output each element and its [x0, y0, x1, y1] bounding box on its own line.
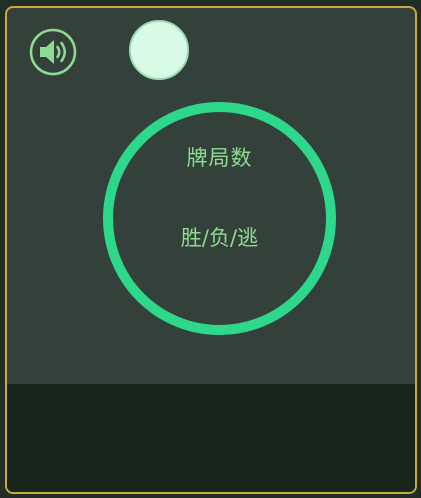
player-info-panel: 牌局数 胜/负/逃 [5, 6, 417, 494]
win-loss-escape-label: 胜/负/逃 [180, 226, 259, 250]
bottom-bar [7, 384, 415, 492]
sound-toggle-button[interactable] [29, 28, 77, 76]
player-avatar[interactable] [129, 20, 189, 80]
games-played-label: 牌局数 [186, 146, 253, 170]
speaker-volume-icon [29, 28, 77, 76]
stats-ring: 牌局数 胜/负/逃 [103, 102, 336, 335]
